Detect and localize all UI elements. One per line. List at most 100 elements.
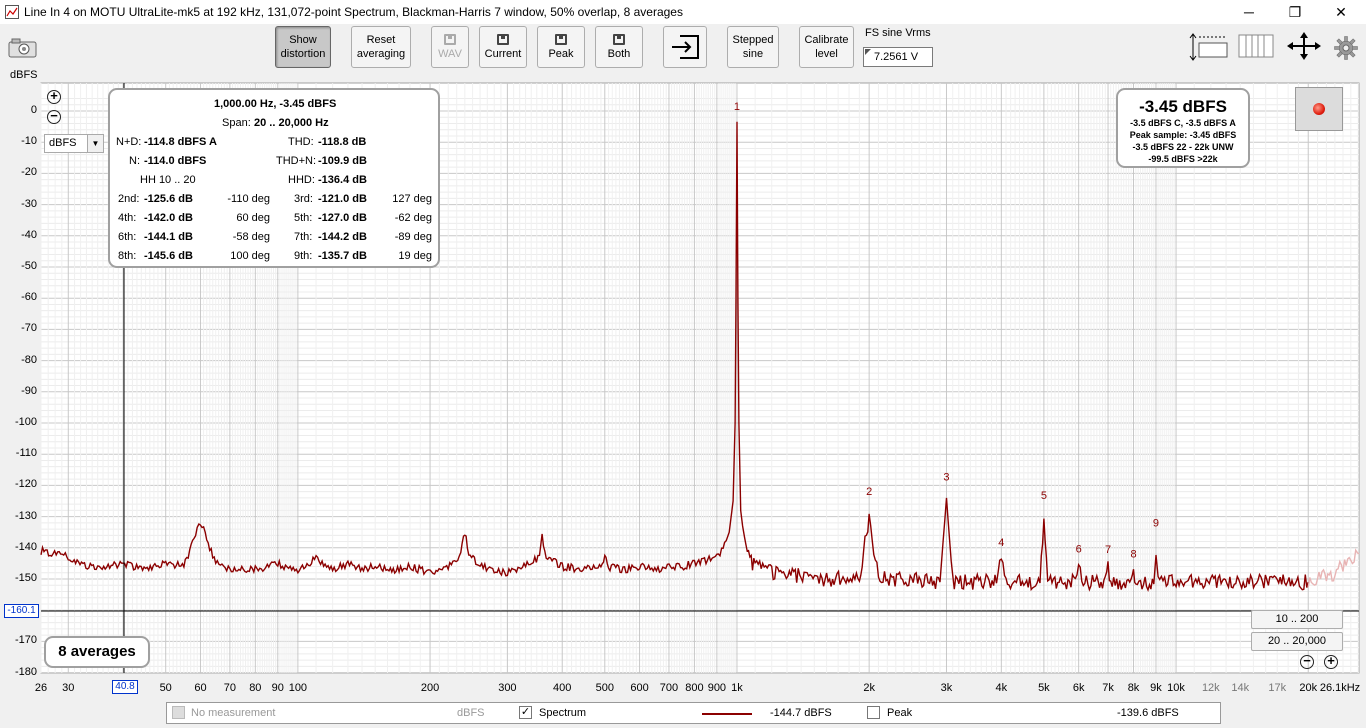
harmonic-label: 6th: xyxy=(118,231,137,243)
zoom-out-y-button[interactable]: − xyxy=(47,109,61,124)
harmonic-phase: 19 deg xyxy=(398,250,432,262)
harmonic-phase: -58 deg xyxy=(232,231,270,243)
cursor-y-readout: -160.1 xyxy=(4,604,39,618)
y-tick-label: -50 xyxy=(21,260,37,272)
harmonic-label: 2nd: xyxy=(118,193,140,205)
x-tick-label: 800 xyxy=(685,682,704,694)
harmonic-label: 9th: xyxy=(294,250,313,262)
y-tick-label: -30 xyxy=(21,197,37,210)
range-20-20000-button[interactable]: 20 .. 20,000 xyxy=(1251,632,1343,651)
x-tick-label: 26.1kHz xyxy=(1319,682,1361,694)
nd-label: N+D: xyxy=(116,136,142,148)
y-tick-label: -80 xyxy=(21,353,37,366)
no-measurement-label: No measurement xyxy=(191,707,276,719)
span-label: Span: xyxy=(222,117,251,129)
harmonic-label: 7th: xyxy=(294,231,313,243)
unit-select[interactable]: dBFS ▼ xyxy=(44,134,104,153)
harmonic-level: -142.0 dB xyxy=(144,212,193,224)
y-tick-label: -40 xyxy=(21,228,37,241)
zoom-in-y-button[interactable]: + xyxy=(47,89,61,104)
x-tick-label: 17k xyxy=(1268,682,1287,694)
thd-label: THD: xyxy=(288,136,314,148)
y-tick-label: -180 xyxy=(14,665,37,678)
harmonic-level: -135.7 dB xyxy=(318,250,367,262)
x-tick-label: 4k xyxy=(995,682,1008,694)
n-value: -114.0 dBFS xyxy=(144,155,207,167)
harmonic-marker-label: 6 xyxy=(1076,544,1082,556)
x-tick-label: 70 xyxy=(223,682,236,694)
spectrum-line-swatch xyxy=(702,713,752,715)
level-line-weighted: -3.5 dBFS C, -3.5 dBFS A xyxy=(1130,118,1236,128)
record-button[interactable] xyxy=(1295,87,1343,131)
x-tick-label: 26 xyxy=(34,682,48,694)
hhd-value: -136.4 dB xyxy=(318,174,367,186)
spectrum-checkbox[interactable]: ✓ xyxy=(519,706,532,719)
x-tick-label: 600 xyxy=(630,682,649,694)
chevron-down-icon: ▼ xyxy=(87,135,103,152)
x-tick-label: 30 xyxy=(62,682,75,694)
no-measurement-checkbox[interactable] xyxy=(172,706,185,719)
x-tick-label: 5k xyxy=(1038,682,1050,694)
x-tick-label: 500 xyxy=(595,682,614,694)
x-tick-label: 20k xyxy=(1299,682,1318,694)
level-value: -3.45 dBFS xyxy=(1139,97,1227,116)
harmonic-level: -121.0 dB xyxy=(318,193,367,205)
harmonic-marker-label: 5 xyxy=(1041,490,1047,502)
harmonic-phase: 127 deg xyxy=(392,193,432,205)
level-line-unweighted: -3.5 dBFS 22 - 22k UNW xyxy=(1132,142,1234,152)
peak-checkbox[interactable] xyxy=(867,706,880,719)
x-tick-label: 90 xyxy=(271,682,284,694)
x-tick-label: 700 xyxy=(659,682,679,694)
averages-badge: 8 averages xyxy=(44,636,150,668)
harmonic-phase: -110 deg xyxy=(227,193,270,205)
y-tick-label: -130 xyxy=(14,509,37,522)
y-tick-label: -20 xyxy=(21,166,37,179)
harmonic-level: -125.6 dB xyxy=(144,193,193,205)
harmonic-marker-label: 3 xyxy=(943,472,949,484)
x-tick-label: 6k xyxy=(1072,682,1085,694)
level-line-peak: Peak sample: -3.45 dBFS xyxy=(1129,130,1237,140)
x-tick-label: 60 xyxy=(194,682,207,694)
x-tick-label: 8k xyxy=(1127,682,1140,694)
spectrum-label: Spectrum xyxy=(539,707,587,719)
zoom-in-x-button[interactable]: + xyxy=(1324,654,1338,669)
y-tick-label: -140 xyxy=(14,540,37,553)
harmonic-label: 5th: xyxy=(294,212,313,224)
distortion-info-panel: 1,000.00 Hz, -3.45 dBFS Span: 20 .. 20,0… xyxy=(108,88,440,268)
x-tick-label: 9k xyxy=(1150,682,1162,694)
harmonic-phase: 100 deg xyxy=(230,250,270,262)
x-tick-label: 50 xyxy=(159,682,172,694)
level-panel: -3.45 dBFS -3.5 dBFS C, -3.5 dBFS A Peak… xyxy=(1116,88,1250,168)
zoom-out-x-button[interactable]: − xyxy=(1300,654,1314,669)
y-tick-label: -90 xyxy=(21,384,37,397)
harmonic-phase: -89 deg xyxy=(394,231,432,243)
span-value: 20 .. 20,000 Hz xyxy=(254,117,329,129)
hh-label: HH 10 .. 20 xyxy=(140,174,196,186)
level-line-above: -99.5 dBFS >22k xyxy=(1148,154,1218,164)
y-tick-label: -110 xyxy=(15,447,37,460)
x-tick-label: 900 xyxy=(707,682,727,694)
x-tick-label: 400 xyxy=(553,682,572,694)
x-tick-label: 12k xyxy=(1201,682,1220,694)
y-tick-label: -60 xyxy=(21,291,37,304)
x-tick-label: 10k xyxy=(1167,682,1185,694)
x-tick-label: 1k xyxy=(731,682,743,694)
x-tick-label: 2k xyxy=(863,682,875,694)
harmonic-marker-label: 9 xyxy=(1153,517,1159,529)
x-tick-label: 7k xyxy=(1102,682,1114,694)
thdn-label: THD+N: xyxy=(276,155,317,167)
thdn-value: -109.9 dB xyxy=(318,155,367,167)
no-measurement-unit: dBFS xyxy=(457,707,485,719)
harmonic-level: -144.2 dB xyxy=(318,231,367,243)
x-tick-label: 300 xyxy=(498,682,517,694)
thd-value: -118.8 dB xyxy=(318,136,367,148)
range-10-200-button[interactable]: 10 .. 200 xyxy=(1251,610,1343,629)
harmonic-phase: -62 deg xyxy=(394,212,432,224)
peak-label: Peak xyxy=(887,707,913,719)
harmonic-label: 3rd: xyxy=(294,193,313,205)
y-tick-label: 0 xyxy=(30,104,37,116)
x-tick-label: 14k xyxy=(1231,682,1250,694)
x-tick-label: 100 xyxy=(288,682,308,694)
harmonic-marker-label: 4 xyxy=(998,537,1004,549)
harmonic-label: 8th: xyxy=(118,250,137,262)
